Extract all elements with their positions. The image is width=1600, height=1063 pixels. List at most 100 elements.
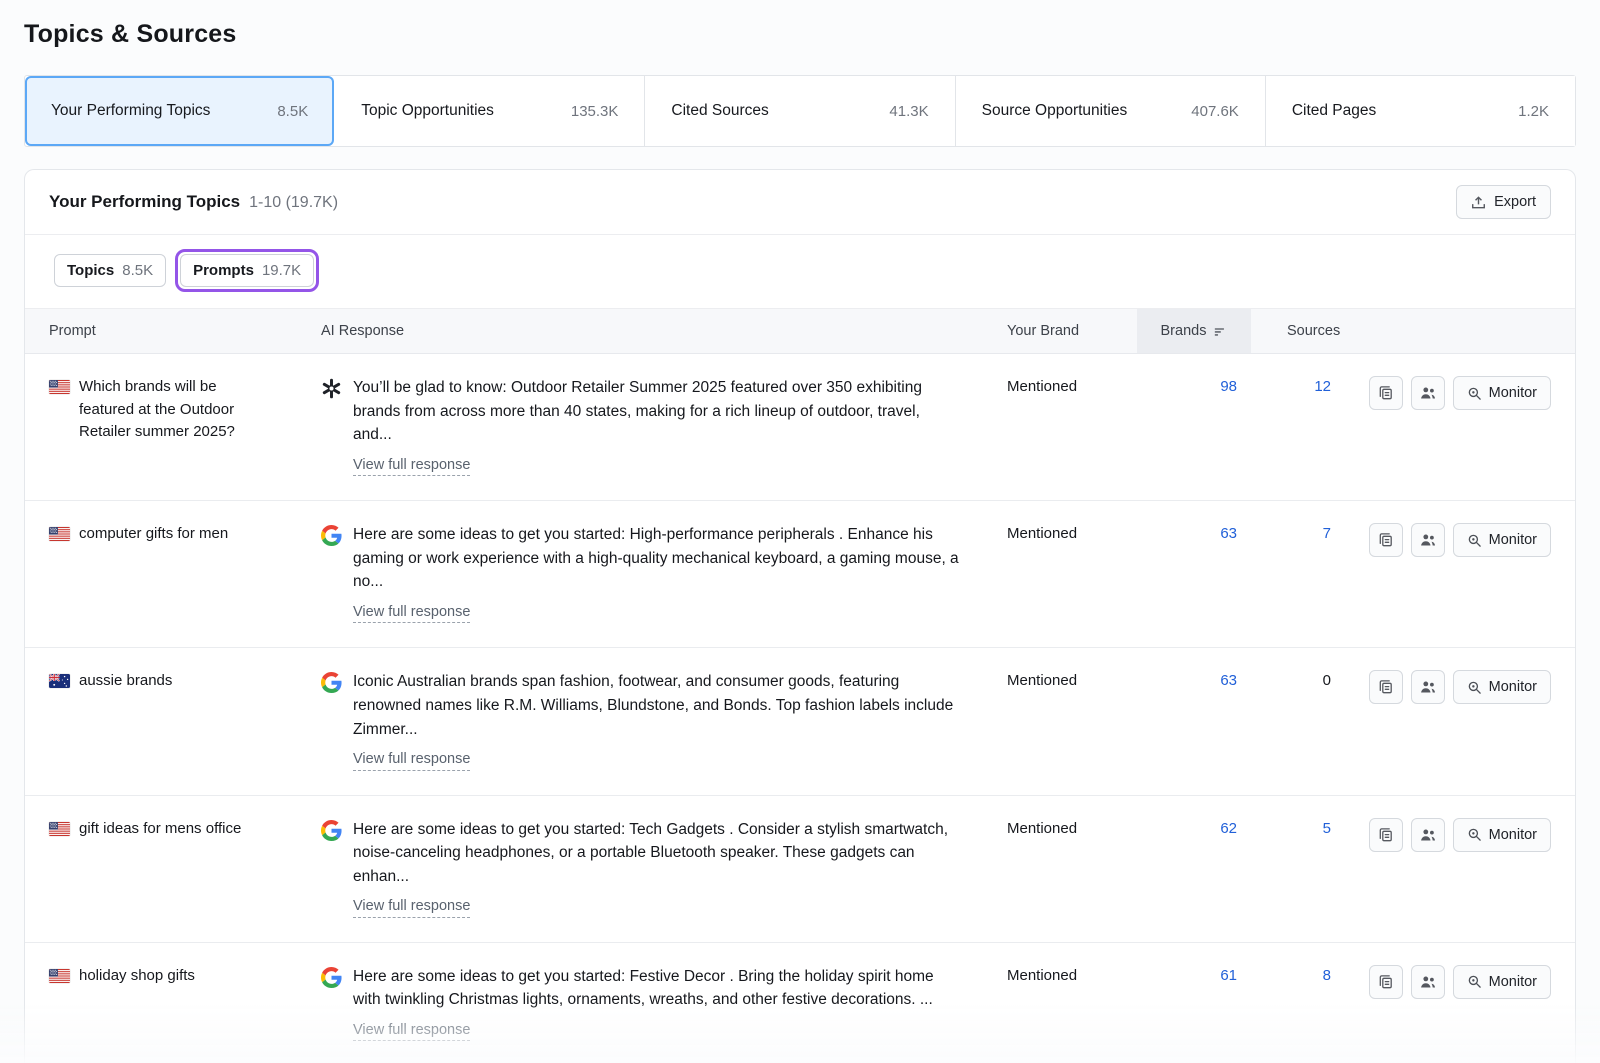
- sources-count-link[interactable]: 7: [1251, 523, 1355, 542]
- prompt-cell: aussie brands: [49, 670, 321, 693]
- sort-descending-icon: [1213, 325, 1227, 339]
- copy-icon: [1378, 974, 1394, 990]
- table-row: holiday shop gifts: [25, 943, 1575, 1063]
- your-brand-status: Mentioned: [1007, 523, 1137, 542]
- view-full-response-link[interactable]: View full response: [353, 897, 470, 918]
- export-label: Export: [1494, 194, 1536, 210]
- ai-response-cell: Here are some ideas to get you started: …: [321, 965, 1007, 1042]
- people-icon: [1420, 679, 1436, 695]
- sources-count-link[interactable]: 5: [1251, 818, 1355, 837]
- tab-label: Topic Opportunities: [361, 102, 494, 120]
- topics-sources-page: Topics & Sources Your Performing Topics …: [0, 0, 1600, 1063]
- copy-response-button[interactable]: [1369, 818, 1403, 852]
- tab-label: Cited Pages: [1292, 102, 1376, 120]
- tab-count: 407.6K: [1191, 103, 1239, 120]
- ai-engine-icon: [321, 378, 342, 399]
- brands-people-button[interactable]: [1411, 818, 1445, 852]
- table-row: Which brands will be featured at the Out…: [25, 354, 1575, 501]
- monitor-magnifier-icon: [1467, 533, 1482, 548]
- sources-count-link[interactable]: 8: [1251, 965, 1355, 984]
- performing-topics-panel: Your Performing Topics 1-10 (19.7K) Expo…: [24, 169, 1576, 1063]
- sources-count-link[interactable]: 0: [1251, 670, 1355, 689]
- chip-topics[interactable]: Topics 8.5K: [54, 254, 166, 287]
- tab-count: 1.2K: [1518, 103, 1549, 120]
- page-title: Topics & Sources: [24, 20, 1576, 49]
- brands-people-button[interactable]: [1411, 965, 1445, 999]
- brands-people-button[interactable]: [1411, 523, 1445, 557]
- row-actions: Monitor: [1355, 670, 1551, 704]
- prompt-text: Which brands will be featured at the Out…: [79, 376, 271, 444]
- brands-count-link[interactable]: 61: [1137, 965, 1251, 984]
- tab-cited-pages[interactable]: Cited Pages 1.2K: [1265, 76, 1575, 146]
- monitor-button[interactable]: Monitor: [1453, 523, 1551, 557]
- brands-count-link[interactable]: 63: [1137, 523, 1251, 542]
- monitor-button[interactable]: Monitor: [1453, 818, 1551, 852]
- monitor-magnifier-icon: [1467, 386, 1482, 401]
- country-flag-icon: [49, 969, 70, 983]
- people-icon: [1420, 974, 1436, 990]
- ai-response-text: Here are some ideas to get you started: …: [353, 523, 959, 594]
- country-flag-icon: [49, 527, 70, 541]
- brands-people-button[interactable]: [1411, 376, 1445, 410]
- monitor-magnifier-icon: [1467, 974, 1482, 989]
- tab-count: 41.3K: [889, 103, 928, 120]
- brands-people-button[interactable]: [1411, 670, 1445, 704]
- monitor-button[interactable]: Monitor: [1453, 376, 1551, 410]
- result-range: 1-10 (19.7K): [249, 194, 338, 212]
- chip-count: 19.7K: [262, 262, 301, 279]
- tab-label: Cited Sources: [671, 102, 768, 120]
- tab-label: Your Performing Topics: [51, 102, 210, 120]
- prompt-cell: Which brands will be featured at the Out…: [49, 376, 321, 444]
- copy-response-button[interactable]: [1369, 965, 1403, 999]
- chip-prompts[interactable]: Prompts 19.7K: [180, 254, 314, 287]
- column-header-brands[interactable]: Brands: [1137, 309, 1251, 353]
- brands-count-link[interactable]: 63: [1137, 670, 1251, 689]
- monitor-label: Monitor: [1489, 974, 1537, 990]
- monitor-button[interactable]: Monitor: [1453, 965, 1551, 999]
- sources-count-link[interactable]: 12: [1251, 376, 1355, 395]
- prompt-text: computer gifts for men: [79, 523, 228, 546]
- view-full-response-link[interactable]: View full response: [353, 456, 470, 477]
- ai-response-text: Here are some ideas to get you started: …: [353, 818, 959, 889]
- country-flag-icon: [49, 380, 70, 394]
- table-body: Which brands will be featured at the Out…: [25, 354, 1575, 1063]
- prompt-cell: computer gifts for men: [49, 523, 321, 546]
- tab-count: 8.5K: [277, 103, 308, 120]
- copy-response-button[interactable]: [1369, 376, 1403, 410]
- monitor-button[interactable]: Monitor: [1453, 670, 1551, 704]
- people-icon: [1420, 385, 1436, 401]
- table-row: computer gifts for men: [25, 501, 1575, 648]
- chip-label: Topics: [67, 262, 114, 279]
- view-full-response-link[interactable]: View full response: [353, 603, 470, 624]
- your-brand-status: Mentioned: [1007, 376, 1137, 395]
- top-tabs: Your Performing Topics 8.5K Topic Opport…: [24, 75, 1576, 147]
- column-header-actions: [1355, 309, 1551, 353]
- copy-response-button[interactable]: [1369, 523, 1403, 557]
- ai-response-cell: Iconic Australian brands span fashion, f…: [321, 670, 1007, 770]
- view-full-response-link[interactable]: View full response: [353, 1021, 470, 1042]
- tab-source-opportunities[interactable]: Source Opportunities 407.6K: [955, 76, 1265, 146]
- prompt-cell: holiday shop gifts: [49, 965, 321, 988]
- tab-cited-sources[interactable]: Cited Sources 41.3K: [644, 76, 954, 146]
- tab-topic-opportunities[interactable]: Topic Opportunities 135.3K: [334, 76, 644, 146]
- prompt-text: gift ideas for mens office: [79, 818, 241, 841]
- country-flag-icon: [49, 822, 70, 836]
- your-brand-status: Mentioned: [1007, 965, 1137, 984]
- monitor-magnifier-icon: [1467, 680, 1482, 695]
- ai-response-text: Here are some ideas to get you started: …: [353, 965, 959, 1012]
- monitor-label: Monitor: [1489, 679, 1537, 695]
- table-row: aussie brands: [25, 648, 1575, 795]
- your-brand-status: Mentioned: [1007, 818, 1137, 837]
- row-actions: Monitor: [1355, 818, 1551, 852]
- prompt-cell: gift ideas for mens office: [49, 818, 321, 841]
- brands-count-link[interactable]: 62: [1137, 818, 1251, 837]
- export-icon: [1471, 195, 1486, 210]
- ai-engine-icon: [321, 820, 342, 841]
- copy-response-button[interactable]: [1369, 670, 1403, 704]
- tab-your-performing-topics[interactable]: Your Performing Topics 8.5K: [25, 76, 334, 146]
- export-button[interactable]: Export: [1456, 185, 1551, 219]
- brands-count-link[interactable]: 98: [1137, 376, 1251, 395]
- chip-highlight-ring: Prompts 19.7K: [175, 249, 319, 292]
- view-full-response-link[interactable]: View full response: [353, 750, 470, 771]
- your-brand-status: Mentioned: [1007, 670, 1137, 689]
